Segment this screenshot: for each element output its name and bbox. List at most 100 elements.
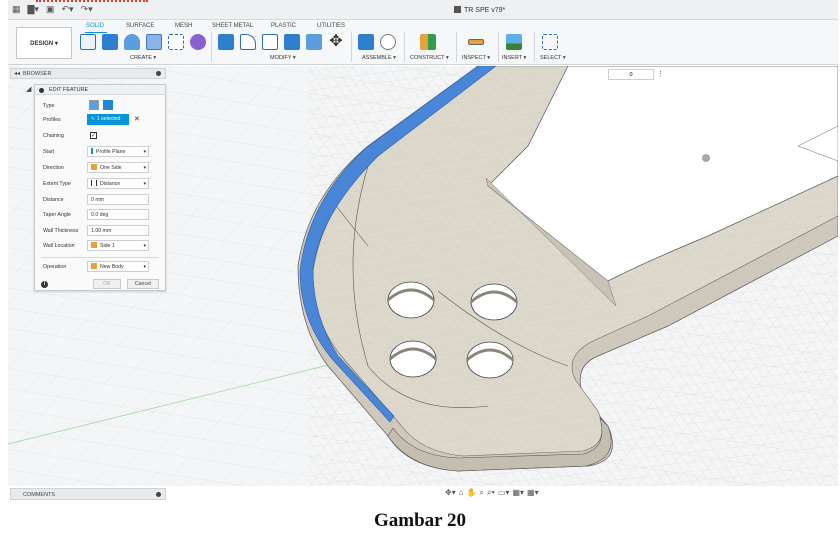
cancel-button[interactable]: Cancel [127, 279, 159, 289]
save-icon[interactable]: ▣ [46, 4, 55, 14]
tab-utilities[interactable]: UTILITIES [317, 23, 345, 29]
direction-select[interactable]: One Side ▾ [87, 162, 149, 173]
press-pull-icon[interactable] [218, 34, 234, 50]
sweep-icon[interactable] [146, 34, 162, 50]
distance-label: Distance [43, 197, 64, 203]
insert-image-icon[interactable] [506, 34, 522, 50]
move-icon[interactable]: ✥ [328, 34, 344, 50]
combine-icon[interactable] [284, 34, 300, 50]
form-icon[interactable] [190, 34, 206, 50]
fillet-icon[interactable] [240, 34, 256, 50]
type-label: Type [43, 103, 55, 109]
more-options-icon[interactable]: ⋮ [657, 70, 664, 78]
collapse-dialog-icon[interactable] [39, 88, 44, 93]
create-sketch-icon[interactable] [80, 34, 96, 50]
file-menu-icon[interactable]: ▇▾ [28, 4, 39, 14]
grid-settings-icon[interactable]: ▦▾ [512, 488, 524, 498]
wall-location-label: Wall Location [43, 243, 75, 249]
orbit-icon[interactable]: ✥▾ [445, 488, 456, 498]
wall-thickness-input[interactable]: 1.00 mm [87, 225, 149, 236]
tab-solid[interactable]: SOLID [86, 23, 104, 29]
wall-location-row: Wall Location Side 1 ▾ [35, 240, 165, 252]
distance-row: Distance 0 mm [35, 194, 165, 206]
taper-angle-input[interactable]: 0.0 deg [87, 209, 149, 220]
joint-icon[interactable] [380, 34, 396, 50]
workspace-switcher-button[interactable]: DESIGN ▾ [16, 27, 72, 59]
type-solid-icon[interactable] [89, 100, 99, 110]
ok-button[interactable]: OK [93, 279, 121, 289]
tab-mesh[interactable]: MESH [175, 23, 192, 29]
active-tab-indicator [85, 32, 107, 33]
chaining-checkbox[interactable]: ✓ [90, 132, 97, 139]
wall-location-select[interactable]: Side 1 ▾ [87, 240, 149, 251]
collapse-arrows-icon[interactable]: ◂◂ [14, 70, 20, 77]
extent-type-label: Extent Type [43, 181, 71, 187]
construct-group-label[interactable]: CONSTRUCT ▾ [410, 55, 449, 61]
taper-angle-row: Taper Angle 0.0 deg [35, 209, 165, 221]
distance-icon [91, 180, 97, 186]
loft-icon[interactable] [168, 34, 184, 50]
viewcube-input[interactable]: 0 [608, 69, 654, 80]
split-icon[interactable] [306, 34, 322, 50]
viewports-icon[interactable]: ▦▾ [527, 488, 539, 498]
pin-icon[interactable]: ◢ [26, 85, 31, 93]
assemble-group-label[interactable]: ASSEMBLE ▾ [362, 55, 396, 61]
tab-sheet-metal[interactable]: SHEET METAL [212, 23, 253, 29]
browser-visibility-icon[interactable] [156, 71, 161, 76]
comments-visibility-icon[interactable] [156, 492, 161, 497]
extrude-icon[interactable] [102, 34, 118, 50]
inspect-group-label[interactable]: INSPECT ▾ [462, 55, 490, 61]
offset-plane-icon[interactable] [420, 34, 436, 50]
operation-row: Operation New Body ▾ [35, 261, 165, 273]
document-title-text: TR SPE v79* [464, 7, 506, 14]
insert-group-label[interactable]: INSERT ▾ [502, 55, 526, 61]
redo-icon[interactable]: ↷▾ [81, 4, 93, 14]
extent-type-value: Distance [100, 181, 121, 187]
hole[interactable] [470, 283, 518, 321]
measure-icon[interactable] [468, 39, 484, 45]
look-at-icon[interactable]: ⌂ [459, 488, 464, 498]
undo-icon[interactable]: ↶▾ [61, 4, 73, 14]
comments-panel-header[interactable]: COMMENTS [10, 488, 166, 500]
profiles-selection-chip[interactable]: ↖ 1 selected [87, 114, 129, 125]
ribbon-separator [534, 32, 535, 62]
type-row: Type [35, 100, 165, 112]
chevron-down-icon: ▾ [143, 181, 146, 187]
display-settings-icon[interactable]: ▭▾ [498, 488, 510, 498]
shell-icon[interactable] [262, 34, 278, 50]
select-group-label[interactable]: SELECT ▾ [540, 55, 566, 61]
origin-marker-icon[interactable] [702, 154, 710, 162]
new-component-icon[interactable] [358, 34, 374, 50]
operation-select[interactable]: New Body ▾ [87, 261, 149, 272]
title-bar: ▦ ▇▾ ▣ ↶▾ ↷▾ TR SPE v79* [8, 0, 838, 20]
profiles-selection-text: 1 selected [96, 116, 121, 122]
zoom-icon[interactable]: ⌕ [480, 488, 484, 498]
new-body-icon [91, 263, 97, 269]
distance-input[interactable]: 0 mm [87, 194, 149, 205]
start-select[interactable]: Profile Plane ▾ [87, 146, 149, 157]
dialog-header[interactable]: EDIT FEATURE [35, 85, 165, 95]
extent-type-select[interactable]: Distance ▾ [87, 178, 149, 189]
info-icon[interactable]: i [41, 281, 48, 288]
chevron-down-icon: ▾ [143, 264, 146, 270]
revolve-icon[interactable] [124, 34, 140, 50]
fit-icon[interactable]: ⌕▾ [487, 488, 495, 498]
chevron-down-icon: ▾ [143, 165, 146, 171]
tab-plastic[interactable]: PLASTIC [271, 23, 296, 29]
hole[interactable] [387, 281, 435, 319]
browser-panel-header[interactable]: ◂◂ BROWSER [10, 68, 166, 79]
direction-row: Direction One Side ▾ [35, 162, 165, 174]
select-window-icon[interactable] [542, 34, 558, 50]
create-group-label[interactable]: CREATE ▾ [130, 55, 156, 61]
pan-icon[interactable]: ✋ [467, 488, 477, 498]
type-thin-icon[interactable] [103, 100, 113, 110]
clear-selection-icon[interactable]: ✕ [134, 115, 140, 123]
app-grid-icon[interactable]: ▦ [12, 4, 21, 14]
tab-surface[interactable]: SURFACE [126, 23, 154, 29]
hole[interactable] [389, 340, 437, 378]
ribbon-separator [351, 32, 352, 62]
hole[interactable] [466, 341, 514, 379]
side-icon [91, 242, 97, 248]
profiles-label: Profiles [43, 117, 61, 123]
modify-group-label[interactable]: MODIFY ▾ [270, 55, 296, 61]
